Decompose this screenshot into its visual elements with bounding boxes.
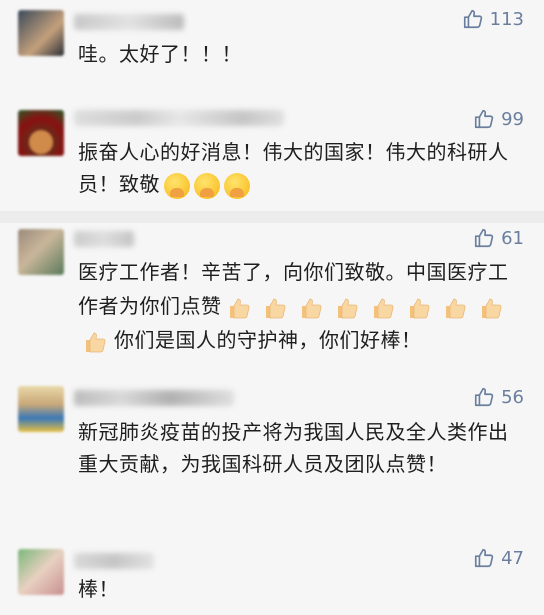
comment-text: 新冠肺炎疫苗的投产将为我国人民及全人类作出重大贡献，为我国科研人员及团队点赞！: [78, 420, 509, 476]
thinking-face-emoji-icon: [194, 172, 220, 199]
thumbs-up-icon: [463, 9, 482, 29]
like-count: 56: [501, 386, 524, 408]
thumbs-up-emoji-icon: [301, 298, 321, 318]
like-count: 47: [501, 547, 524, 569]
thumbs-up-emoji-icon: [86, 332, 106, 352]
thinking-face-emoji-icon: [164, 172, 190, 199]
comment-text: 振奋人心的好消息！伟大的国家！伟大的科研人员！致敬: [78, 136, 518, 200]
comment-item-2: 99 振奋人心的好消息！伟大的国家！伟大的科研人员！致敬: [0, 96, 544, 211]
avatar[interactable]: [18, 10, 64, 56]
thinking-face-emoji-icon: [224, 172, 250, 199]
like-button[interactable]: 61: [473, 227, 524, 249]
thumbs-up-icon: [475, 228, 494, 248]
like-count: 99: [501, 108, 524, 130]
username-blurred[interactable]: [74, 390, 234, 406]
username-blurred[interactable]: [74, 553, 154, 569]
thumbs-up-icon: [475, 548, 494, 568]
thumbs-up-emoji-icon: [409, 298, 429, 318]
comment-item-1: 113 哇。太好了！！！: [0, 0, 544, 96]
avatar[interactable]: [18, 549, 64, 595]
thumbs-up-emoji-icon: [373, 298, 393, 318]
avatar[interactable]: [18, 110, 64, 156]
thumbs-up-emoji-icon: [265, 298, 285, 318]
like-button[interactable]: 99: [473, 108, 524, 130]
thumbs-up-emoji-icon: [481, 298, 501, 318]
username-blurred[interactable]: [74, 231, 134, 247]
comment-text-tail: 你们是国人的守护神，你们好棒！: [114, 328, 422, 352]
comment-text: 哇。太好了！！！: [78, 42, 242, 66]
like-button[interactable]: 56: [473, 386, 524, 408]
like-count: 113: [489, 8, 524, 30]
thumbs-up-emoji-icon: [337, 298, 357, 318]
emoji-group: [164, 172, 250, 199]
comment-text: 棒！: [78, 577, 119, 601]
thumbs-up-icon: [475, 387, 494, 407]
comment-item-5: 47 棒！: [0, 535, 544, 615]
username-blurred[interactable]: [74, 14, 184, 30]
comment-text-body: 振奋人心的好消息！伟大的国家！伟大的科研人员！致敬: [78, 140, 509, 196]
comment-text: 医疗工作者！辛苦了，向你们致敬。中国医疗工作者为你们点赞你们是国人的守护神，你们…: [78, 255, 518, 357]
username-blurred[interactable]: [74, 110, 284, 126]
like-count: 61: [501, 227, 524, 249]
comment-item-3: 61 医疗工作者！辛苦了，向你们致敬。中国医疗工作者为你们点赞你们是国人的守护神…: [0, 223, 544, 373]
like-button[interactable]: 113: [462, 8, 524, 30]
thumbs-up-emoji-icon: [445, 298, 465, 318]
avatar[interactable]: [18, 386, 64, 432]
thumbs-up-icon: [475, 109, 494, 129]
thumbs-up-emoji-icon: [229, 298, 249, 318]
avatar[interactable]: [18, 229, 64, 275]
comment-item-4: 56 新冠肺炎疫苗的投产将为我国人民及全人类作出重大贡献，为我国科研人员及团队点…: [0, 380, 544, 530]
section-divider: [0, 211, 544, 223]
like-button[interactable]: 47: [473, 547, 524, 569]
